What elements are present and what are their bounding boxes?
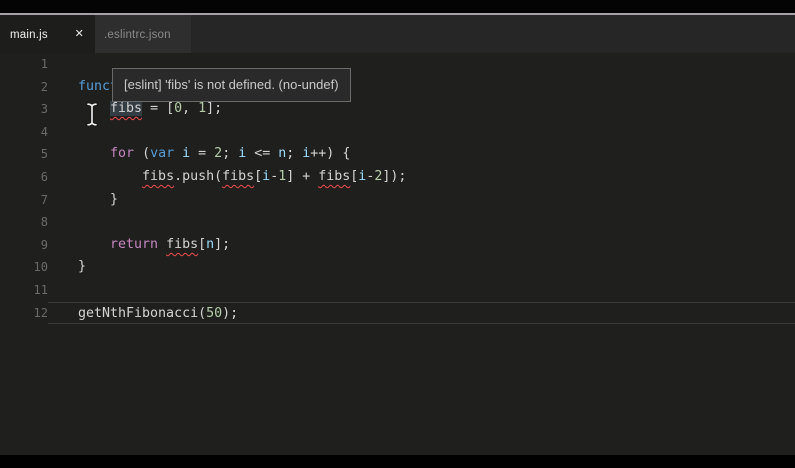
code-token: for: [110, 146, 134, 161]
code-token: ++) {: [310, 146, 350, 161]
code-token: [78, 169, 142, 184]
window-top-bar: [0, 0, 795, 13]
line-code: [48, 211, 795, 234]
code-line[interactable]: 11: [0, 279, 795, 302]
code-token: .push(: [174, 169, 222, 184]
code-token: [158, 237, 166, 252]
code-token: [78, 237, 110, 252]
code-editor[interactable]: 12function getNthFibonacci(n) {3 fibs = …: [0, 53, 795, 455]
line-number[interactable]: 7: [0, 189, 48, 212]
error-token: fibs: [166, 237, 198, 252]
code-token: n: [206, 237, 214, 252]
code-token: [: [254, 169, 262, 184]
error-token: fibs: [318, 169, 350, 184]
tab-label: .eslintrc.json: [104, 29, 171, 41]
line-number[interactable]: 5: [0, 143, 48, 166]
line-number[interactable]: 6: [0, 166, 48, 189]
line-code: }: [48, 189, 795, 212]
line-code: fibs.push(fibs[i-1] + fibs[i-2]);: [48, 166, 795, 189]
line-code: [48, 279, 795, 302]
code-line[interactable]: 10}: [0, 256, 795, 279]
eslint-hover-tooltip: [eslint] 'fibs' is not defined. (no-unde…: [112, 68, 351, 102]
code-token: [78, 101, 110, 116]
tab-eslintrc-json[interactable]: .eslintrc.json: [95, 15, 191, 54]
code-token: ]);: [382, 169, 406, 184]
code-token: 2: [214, 146, 222, 161]
line-code: }: [48, 256, 795, 279]
error-token: fibs: [142, 169, 174, 184]
line-number[interactable]: 3: [0, 98, 48, 121]
code-token: (: [134, 146, 150, 161]
tab-bar: main.js ✕ .eslintrc.json: [0, 15, 795, 54]
code-token: [174, 146, 182, 161]
line-number[interactable]: 11: [0, 279, 48, 302]
code-line[interactable]: 4: [0, 121, 795, 144]
code-token: ];: [214, 237, 230, 252]
window-bottom-bar: [0, 455, 795, 468]
code-token: ];: [206, 101, 222, 116]
code-token: ] +: [286, 169, 318, 184]
error-token: fibs: [222, 169, 254, 184]
code-line[interactable]: 12getNthFibonacci(50);: [0, 302, 795, 325]
line-number[interactable]: 8: [0, 211, 48, 234]
line-code: return fibs[n];: [48, 234, 795, 257]
code-line[interactable]: 7 }: [0, 189, 795, 212]
code-token: i: [262, 169, 270, 184]
line-code: for (var i = 2; i <= n; i++) {: [48, 143, 795, 166]
code-token: ,: [182, 101, 198, 116]
code-token: );: [222, 306, 238, 321]
code-token: 0: [174, 101, 182, 116]
code-token: -: [270, 169, 278, 184]
tab-main-js[interactable]: main.js ✕: [0, 15, 95, 54]
code-token: getNthFibonacci(: [78, 306, 206, 321]
code-line[interactable]: 6 fibs.push(fibs[i-1] + fibs[i-2]);: [0, 166, 795, 189]
code-token: }: [78, 192, 118, 207]
line-number[interactable]: 10: [0, 256, 48, 279]
code-token: <=: [246, 146, 278, 161]
tooltip-text: [eslint] 'fibs' is not defined. (no-unde…: [124, 77, 339, 92]
code-token: 50: [206, 306, 222, 321]
close-icon[interactable]: ✕: [72, 27, 87, 42]
code-line[interactable]: 5 for (var i = 2; i <= n; i++) {: [0, 143, 795, 166]
error-token: fibs: [110, 101, 142, 116]
code-token: 1: [198, 101, 206, 116]
line-code: [48, 121, 795, 144]
code-token: i: [182, 146, 190, 161]
line-number[interactable]: 9: [0, 234, 48, 257]
line-number[interactable]: 4: [0, 121, 48, 144]
code-token: var: [150, 146, 174, 161]
line-number[interactable]: 2: [0, 76, 48, 99]
code-line[interactable]: 9 return fibs[n];: [0, 234, 795, 257]
code-token: ;: [222, 146, 238, 161]
code-token: }: [78, 259, 86, 274]
code-line[interactable]: 8: [0, 211, 795, 234]
code-token: return: [110, 237, 158, 252]
line-code: getNthFibonacci(50);: [48, 302, 795, 325]
line-number[interactable]: 12: [0, 302, 48, 325]
code-token: ;: [286, 146, 302, 161]
tab-label: main.js: [10, 29, 48, 41]
code-token: [: [198, 237, 206, 252]
code-token: =: [190, 146, 214, 161]
code-token: = [: [142, 101, 174, 116]
line-number[interactable]: 1: [0, 53, 48, 76]
code-token: [78, 146, 110, 161]
